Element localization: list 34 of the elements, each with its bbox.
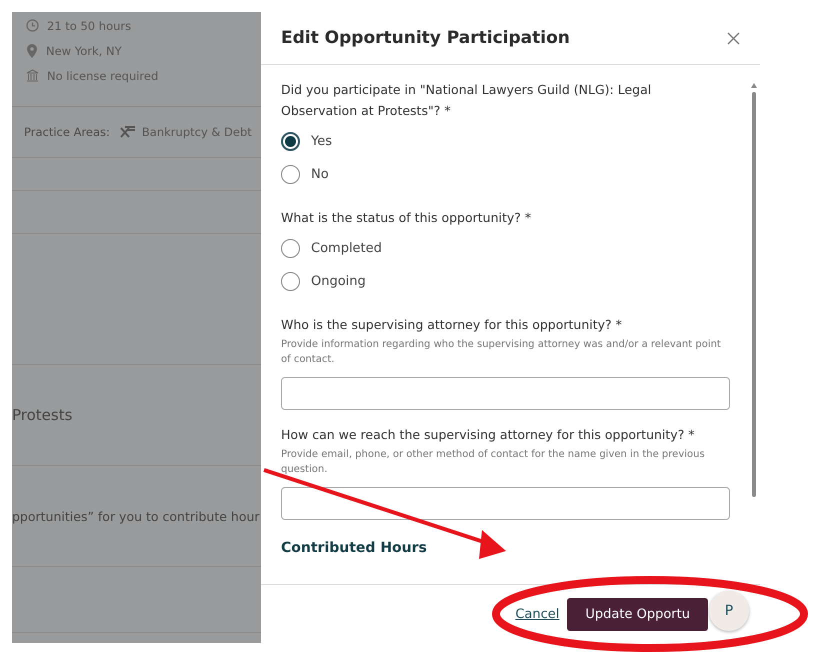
section-heading: Protests bbox=[12, 406, 72, 424]
question-label: How can we reach the supervising attorney for this opportunity? * bbox=[281, 426, 696, 444]
option-label[interactable]: Yes bbox=[311, 134, 332, 149]
option-label[interactable]: Ongoing bbox=[311, 274, 366, 289]
section-heading: Contributed Hours bbox=[281, 540, 428, 556]
detail-text: New York, NY bbox=[46, 44, 122, 58]
help-text: Provide information regarding who the supervising attorney was and/or a relevant point of contact. bbox=[281, 338, 722, 367]
update-button[interactable]: Update Opportu bbox=[567, 598, 708, 630]
cancel-link[interactable]: Cancel bbox=[515, 606, 560, 622]
bank-icon bbox=[26, 69, 39, 82]
description-text: pportunities” for you to contribute hour bbox=[12, 508, 260, 524]
detail-text: 21 to 50 hours bbox=[47, 18, 132, 32]
option-label[interactable]: Completed bbox=[311, 241, 382, 256]
scrollbar-thumb[interactable] bbox=[752, 92, 756, 497]
help-text: Provide email, phone, or other method of contact for the name given in the previous question. bbox=[281, 448, 706, 477]
detail-text: No license required bbox=[47, 68, 158, 82]
radio-button[interactable] bbox=[281, 272, 300, 291]
text-field[interactable] bbox=[281, 487, 730, 520]
dialog-title: Edit Opportunity Participation bbox=[281, 28, 570, 48]
option-label[interactable]: No bbox=[311, 167, 329, 182]
radio-button[interactable] bbox=[281, 132, 300, 151]
location-pin-icon bbox=[26, 44, 38, 58]
close-icon[interactable] bbox=[727, 32, 740, 44]
scroll-up-icon[interactable] bbox=[750, 83, 756, 88]
radio-button[interactable] bbox=[281, 165, 300, 184]
question-label: What is the status of this opportunity? * bbox=[281, 209, 532, 227]
question-label: Who is the supervising attorney for this opportunity? * bbox=[281, 316, 623, 334]
practice-area-icon bbox=[120, 125, 136, 139]
practice-area-text: Bankruptcy & Debt bbox=[142, 125, 252, 139]
clock-icon bbox=[26, 19, 39, 32]
radio-button[interactable] bbox=[281, 239, 300, 258]
practice-areas-label: Practice Areas: bbox=[24, 125, 110, 139]
text-field[interactable] bbox=[281, 377, 730, 410]
question-label: Did you participate in "National Lawyers Guild (NLG): Legal Observation at Protests"? * bbox=[281, 81, 652, 120]
